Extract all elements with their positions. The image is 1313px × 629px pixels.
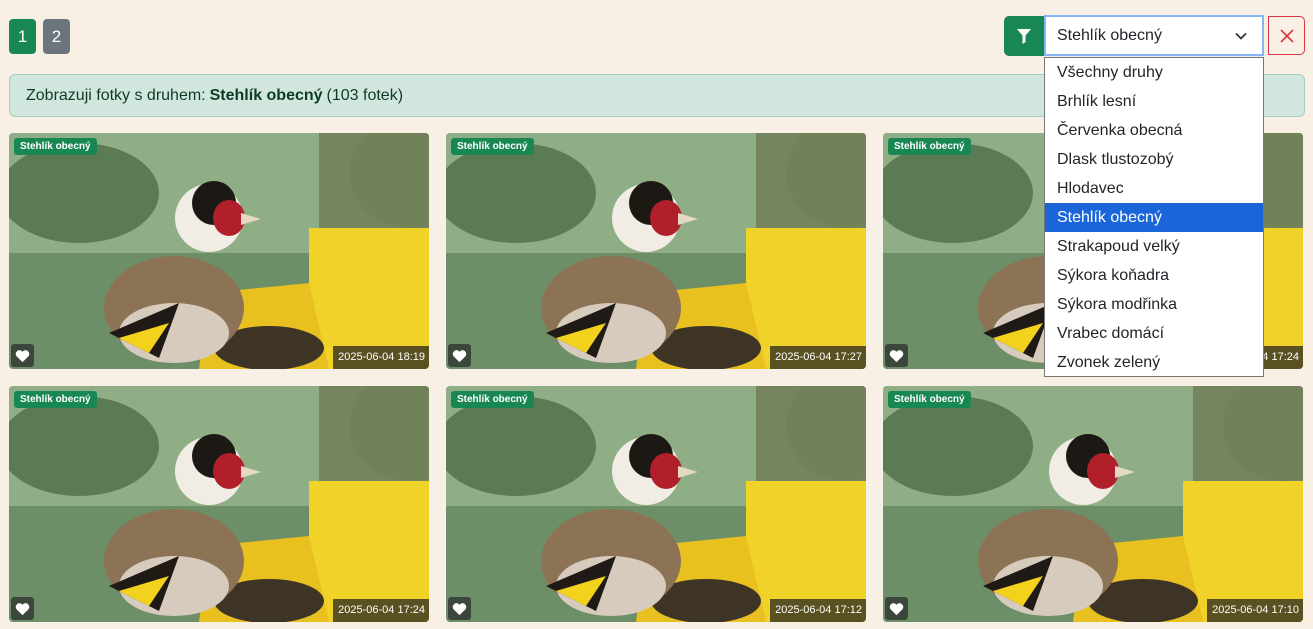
dropdown-option[interactable]: Červenka obecná xyxy=(1045,116,1263,145)
info-species: Stehlík obecný xyxy=(209,86,323,104)
info-prefix: Zobrazuji fotky s druhem: xyxy=(26,86,206,104)
heart-icon xyxy=(15,602,30,615)
favorite-button[interactable] xyxy=(11,344,34,367)
goldfinch-photo xyxy=(446,133,866,369)
species-badge: Stehlík obecný xyxy=(14,391,97,408)
chevron-down-icon xyxy=(1235,32,1247,40)
heart-icon xyxy=(15,349,30,362)
goldfinch-photo xyxy=(9,386,429,622)
species-badge: Stehlík obecný xyxy=(451,391,534,408)
goldfinch-photo xyxy=(446,386,866,622)
dropdown-option[interactable]: Sýkora koňadra xyxy=(1045,261,1263,290)
species-select-value: Stehlík obecný xyxy=(1057,26,1162,44)
photo-card[interactable]: Stehlík obecný 2025-06-04 17:12 xyxy=(446,386,866,622)
photo-card[interactable]: Stehlík obecný 2025-06-04 17:10 xyxy=(883,386,1303,622)
dropdown-option[interactable]: Vrabec domácí xyxy=(1045,319,1263,348)
dropdown-option[interactable]: Sýkora modřinka xyxy=(1045,290,1263,319)
species-dropdown-list: Všechny druhy Brhlík lesní Červenka obecná… xyxy=(1044,57,1264,377)
photo-card[interactable]: Stehlík obecný 2025-06-04 18:19 xyxy=(9,133,429,369)
info-count: (103 fotek) xyxy=(326,86,404,104)
favorite-button[interactable] xyxy=(885,344,908,367)
species-badge: Stehlík obecný xyxy=(888,391,971,408)
species-badge: Stehlík obecný xyxy=(451,138,534,155)
dropdown-option[interactable]: Dlask tlustozobý xyxy=(1045,145,1263,174)
photo-card[interactable]: Stehlík obecný 2025-06-04 17:27 xyxy=(446,133,866,369)
favorite-button[interactable] xyxy=(448,597,471,620)
heart-icon xyxy=(452,602,467,615)
photo-timestamp: 2025-06-04 17:27 xyxy=(770,346,866,369)
species-badge: Stehlík obecný xyxy=(14,138,97,155)
page-1-button[interactable]: 1 xyxy=(9,19,36,54)
close-icon xyxy=(1279,28,1294,43)
filter-button[interactable] xyxy=(1004,16,1044,56)
dropdown-option[interactable]: Brhlík lesní xyxy=(1045,87,1263,116)
goldfinch-photo xyxy=(883,386,1303,622)
dropdown-option[interactable]: Hlodavec xyxy=(1045,174,1263,203)
dropdown-option[interactable]: Všechny druhy xyxy=(1045,58,1263,87)
favorite-button[interactable] xyxy=(11,597,34,620)
photo-card[interactable]: Stehlík obecný 2025-06-04 17:24 xyxy=(9,386,429,622)
favorite-button[interactable] xyxy=(448,344,471,367)
dropdown-option[interactable]: Zvonek zelený xyxy=(1045,348,1263,377)
photo-timestamp: 2025-06-04 17:10 xyxy=(1207,599,1303,622)
heart-icon xyxy=(889,349,904,362)
species-badge: Stehlík obecný xyxy=(888,138,971,155)
photo-timestamp: 2025-06-04 17:24 xyxy=(333,599,429,622)
heart-icon xyxy=(889,602,904,615)
clear-filter-button[interactable] xyxy=(1268,16,1305,55)
favorite-button[interactable] xyxy=(885,597,908,620)
dropdown-option[interactable]: Stehlík obecný xyxy=(1045,203,1263,232)
filter-icon xyxy=(1017,28,1031,44)
species-select[interactable]: Stehlík obecný xyxy=(1044,15,1264,56)
page-2-button[interactable]: 2 xyxy=(43,19,70,54)
photo-timestamp: 2025-06-04 18:19 xyxy=(333,346,429,369)
photo-timestamp: 2025-06-04 17:12 xyxy=(770,599,866,622)
heart-icon xyxy=(452,349,467,362)
dropdown-option[interactable]: Strakapoud velký xyxy=(1045,232,1263,261)
goldfinch-photo xyxy=(9,133,429,369)
